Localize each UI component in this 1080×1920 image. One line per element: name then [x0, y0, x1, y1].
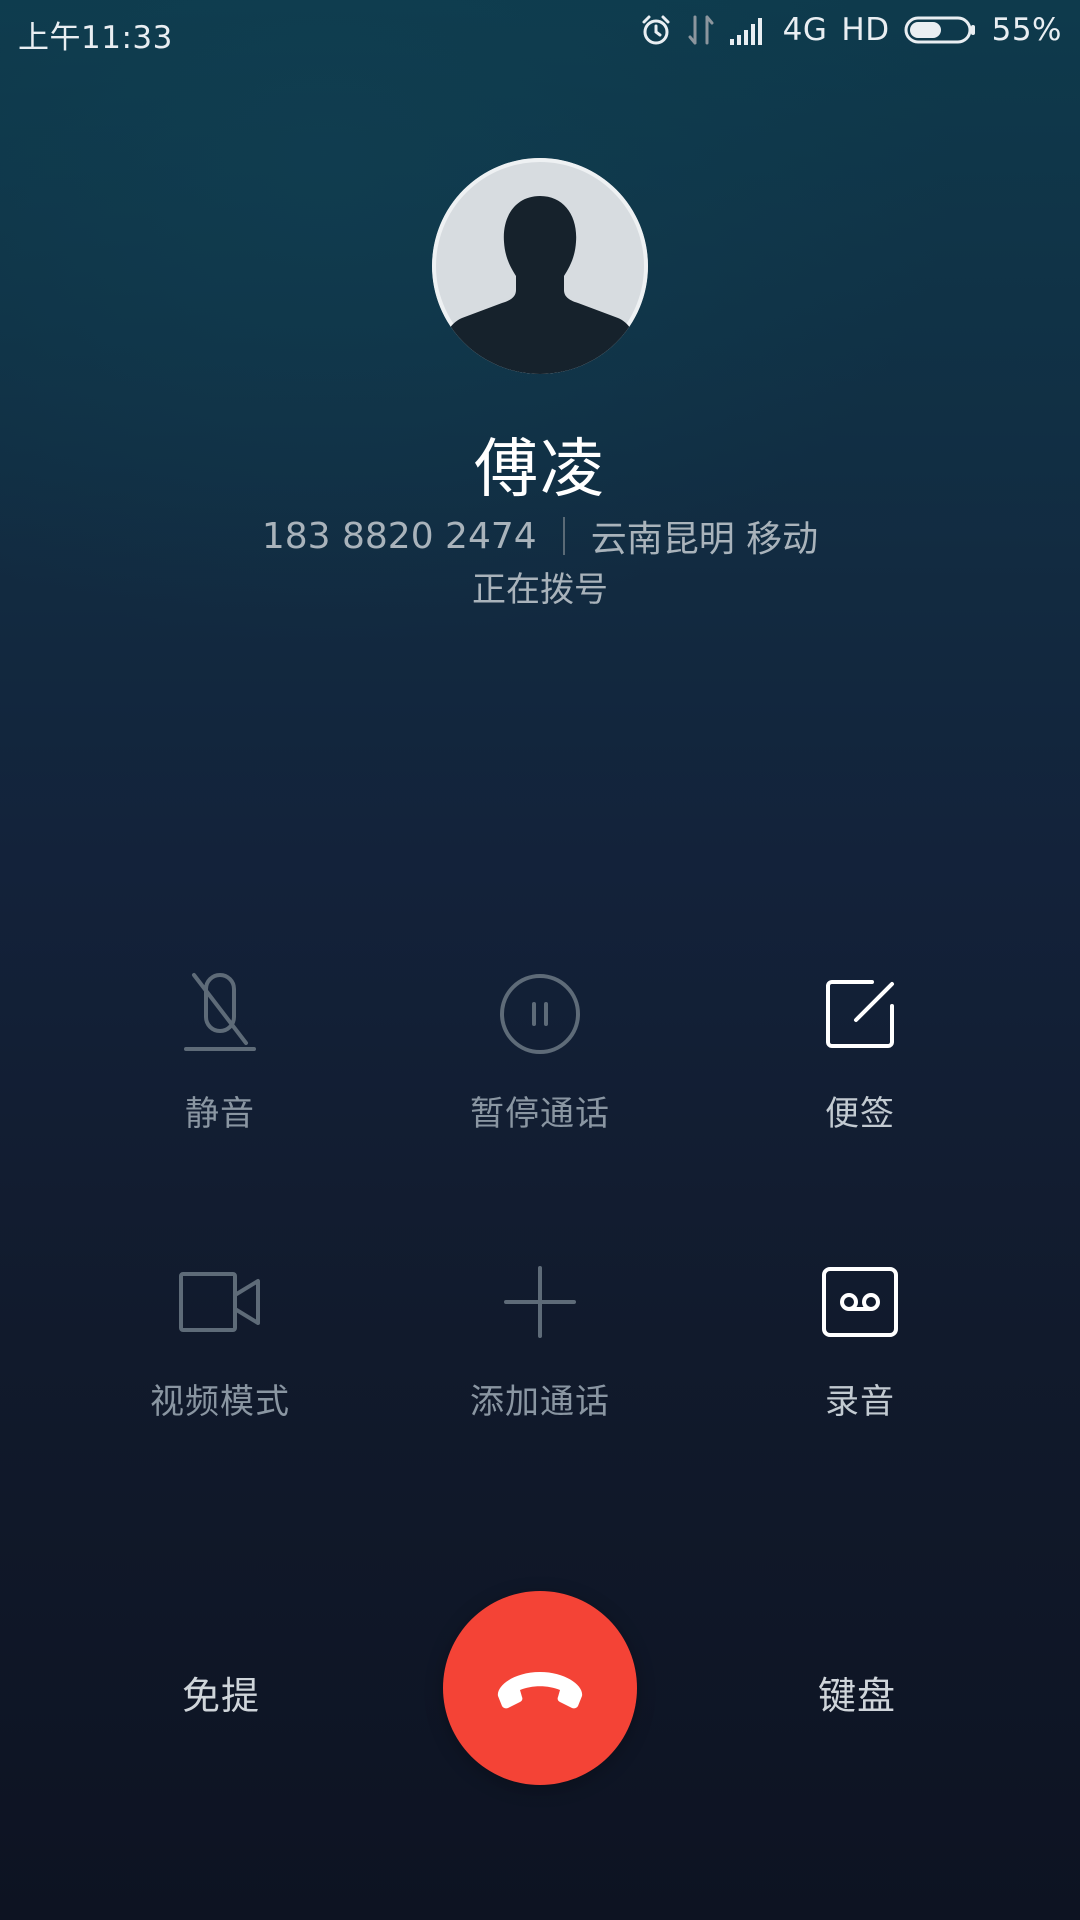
person-silhouette-icon [432, 158, 648, 374]
record-button[interactable]: 录音 [730, 1254, 990, 1423]
end-call-button[interactable] [443, 1591, 637, 1785]
video-mode-button[interactable]: 视频模式 [90, 1254, 350, 1423]
status-time: 上午11:33 [18, 20, 173, 56]
status-icons: 4G HD 55% [625, 10, 1062, 50]
record-label: 录音 [825, 1382, 895, 1422]
hd-indicator: HD [841, 12, 890, 48]
mute-label: 静音 [185, 1094, 255, 1134]
note-button[interactable]: 便签 [730, 966, 990, 1135]
phone-number: 183 8820 2474 [261, 515, 537, 557]
battery-icon [904, 15, 978, 45]
contact-info: 183 8820 2474 云南昆明 移动 [0, 510, 1080, 562]
mute-button[interactable]: 静音 [90, 966, 350, 1135]
keypad-button[interactable]: 键盘 [818, 1665, 896, 1720]
info-divider [562, 517, 565, 555]
add-call-label: 添加通话 [470, 1382, 610, 1422]
note-label: 便签 [825, 1094, 895, 1134]
note-icon [812, 966, 908, 1062]
data-transfer-icon [687, 13, 715, 47]
mute-microphone-icon [172, 966, 268, 1062]
hang-up-icon [497, 1672, 583, 1709]
call-status: 正在拨号 [472, 570, 608, 610]
speaker-button[interactable]: 免提 [182, 1665, 260, 1720]
battery-percent: 55% [991, 12, 1062, 48]
status-bar: 上午11:33 4G HD 55% [0, 0, 1080, 62]
pause-icon [492, 966, 588, 1062]
contact-avatar [432, 158, 648, 374]
signal-icon [729, 15, 769, 45]
video-mode-label: 视频模式 [150, 1382, 290, 1422]
video-camera-icon [172, 1254, 268, 1350]
number-location: 云南昆明 移动 [590, 519, 819, 560]
alarm-icon [639, 13, 673, 47]
add-call-button[interactable]: 添加通话 [410, 1254, 670, 1423]
record-icon [812, 1254, 908, 1350]
hold-call-label: 暂停通话 [470, 1094, 610, 1134]
network-type: 4G [782, 12, 828, 48]
contact-name: 傅凌 [474, 433, 606, 507]
add-call-icon [492, 1254, 588, 1350]
hold-call-button[interactable]: 暂停通话 [410, 966, 670, 1135]
